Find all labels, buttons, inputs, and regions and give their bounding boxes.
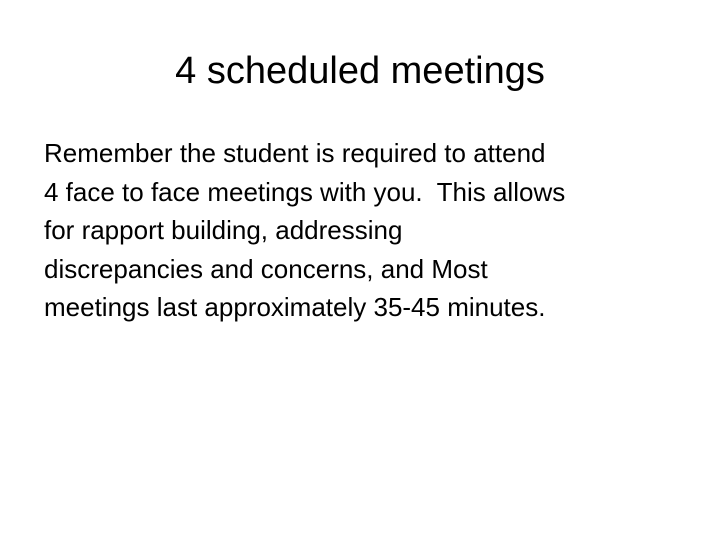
body-line: Remember the student is required to atte… [44, 138, 546, 168]
body-line: 4 face to face meetings with you. This a… [44, 176, 566, 207]
body-line: for rapport building, addressing [44, 215, 403, 245]
body-line: meetings last approximately 35-45 minute… [44, 292, 546, 322]
slide-body: Remember the student is required to atte… [44, 134, 694, 327]
slide: 4 scheduled meetings Remember the studen… [0, 0, 720, 540]
slide-title: 4 scheduled meetings [175, 50, 545, 92]
body-line: discrepancies and concerns, and Most [44, 253, 488, 284]
